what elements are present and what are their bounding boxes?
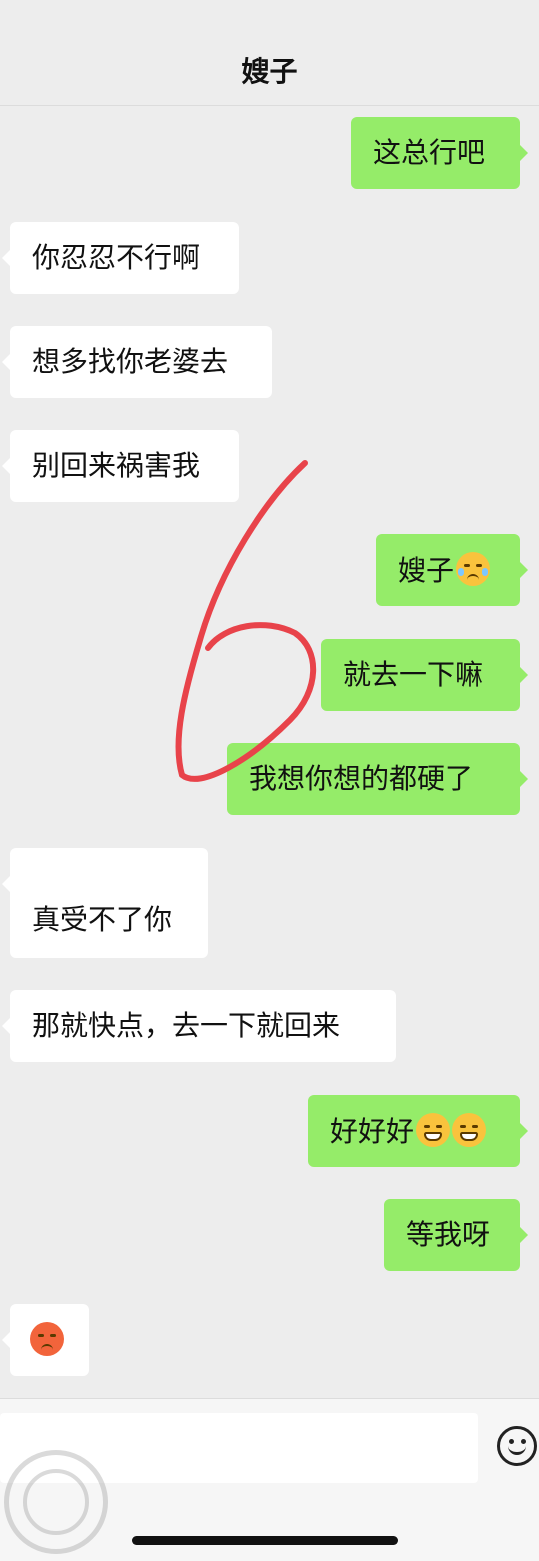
message-bubble-received[interactable]: 那就快点，去一下就回来 xyxy=(2,990,396,1062)
message-bubble-sent[interactable]: 这总行吧 xyxy=(351,117,528,189)
message-text: 别回来祸害我 xyxy=(32,449,201,482)
message-bubble-received[interactable]: 你忍忍不行啊 xyxy=(2,222,239,294)
watermark-logo xyxy=(4,1450,108,1554)
message-bubble-received[interactable]: 想多找你老婆去 xyxy=(2,326,272,398)
message-bubble-received[interactable] xyxy=(2,1304,89,1376)
message-bubble-sent[interactable]: 嫂子 xyxy=(376,534,528,606)
chat-header: 嫂子 xyxy=(0,0,539,106)
message-text: 嫂子 xyxy=(398,554,455,587)
message-bubble-sent[interactable]: 等我呀 xyxy=(384,1199,528,1271)
message-text: 好好好 xyxy=(330,1115,415,1148)
message-bubble-sent[interactable]: 好好好 xyxy=(308,1095,528,1167)
message-bubble-sent[interactable]: 就去一下嘛 xyxy=(321,639,528,711)
message-text: 就去一下嘛 xyxy=(343,658,484,691)
home-indicator[interactable] xyxy=(132,1536,398,1545)
message-text: 真受不了你 xyxy=(32,903,173,936)
message-bubble-received[interactable]: 别回来祸害我 xyxy=(2,430,239,502)
message-text: 等我呀 xyxy=(406,1218,491,1251)
grin-emoji-icon xyxy=(416,1113,451,1147)
message-text: 我想你想的都硬了 xyxy=(249,762,474,795)
message-bubble-received[interactable]: 真受不了你 xyxy=(2,848,208,958)
chat-title: 嫂子 xyxy=(241,55,298,88)
message-bubble-sent[interactable]: 我想你想的都硬了 xyxy=(227,743,528,815)
message-text: 这总行吧 xyxy=(373,136,486,169)
grin-emoji-icon xyxy=(452,1113,487,1147)
message-text: 你忍忍不行啊 xyxy=(32,241,201,274)
emoji-button-icon[interactable] xyxy=(497,1426,537,1466)
message-text: 那就快点，去一下就回来 xyxy=(32,1009,341,1042)
message-text: 想多找你老婆去 xyxy=(32,345,229,378)
red-hot-face-emoji-icon xyxy=(30,1322,64,1356)
crying-laughing-emoji-icon xyxy=(456,552,491,586)
